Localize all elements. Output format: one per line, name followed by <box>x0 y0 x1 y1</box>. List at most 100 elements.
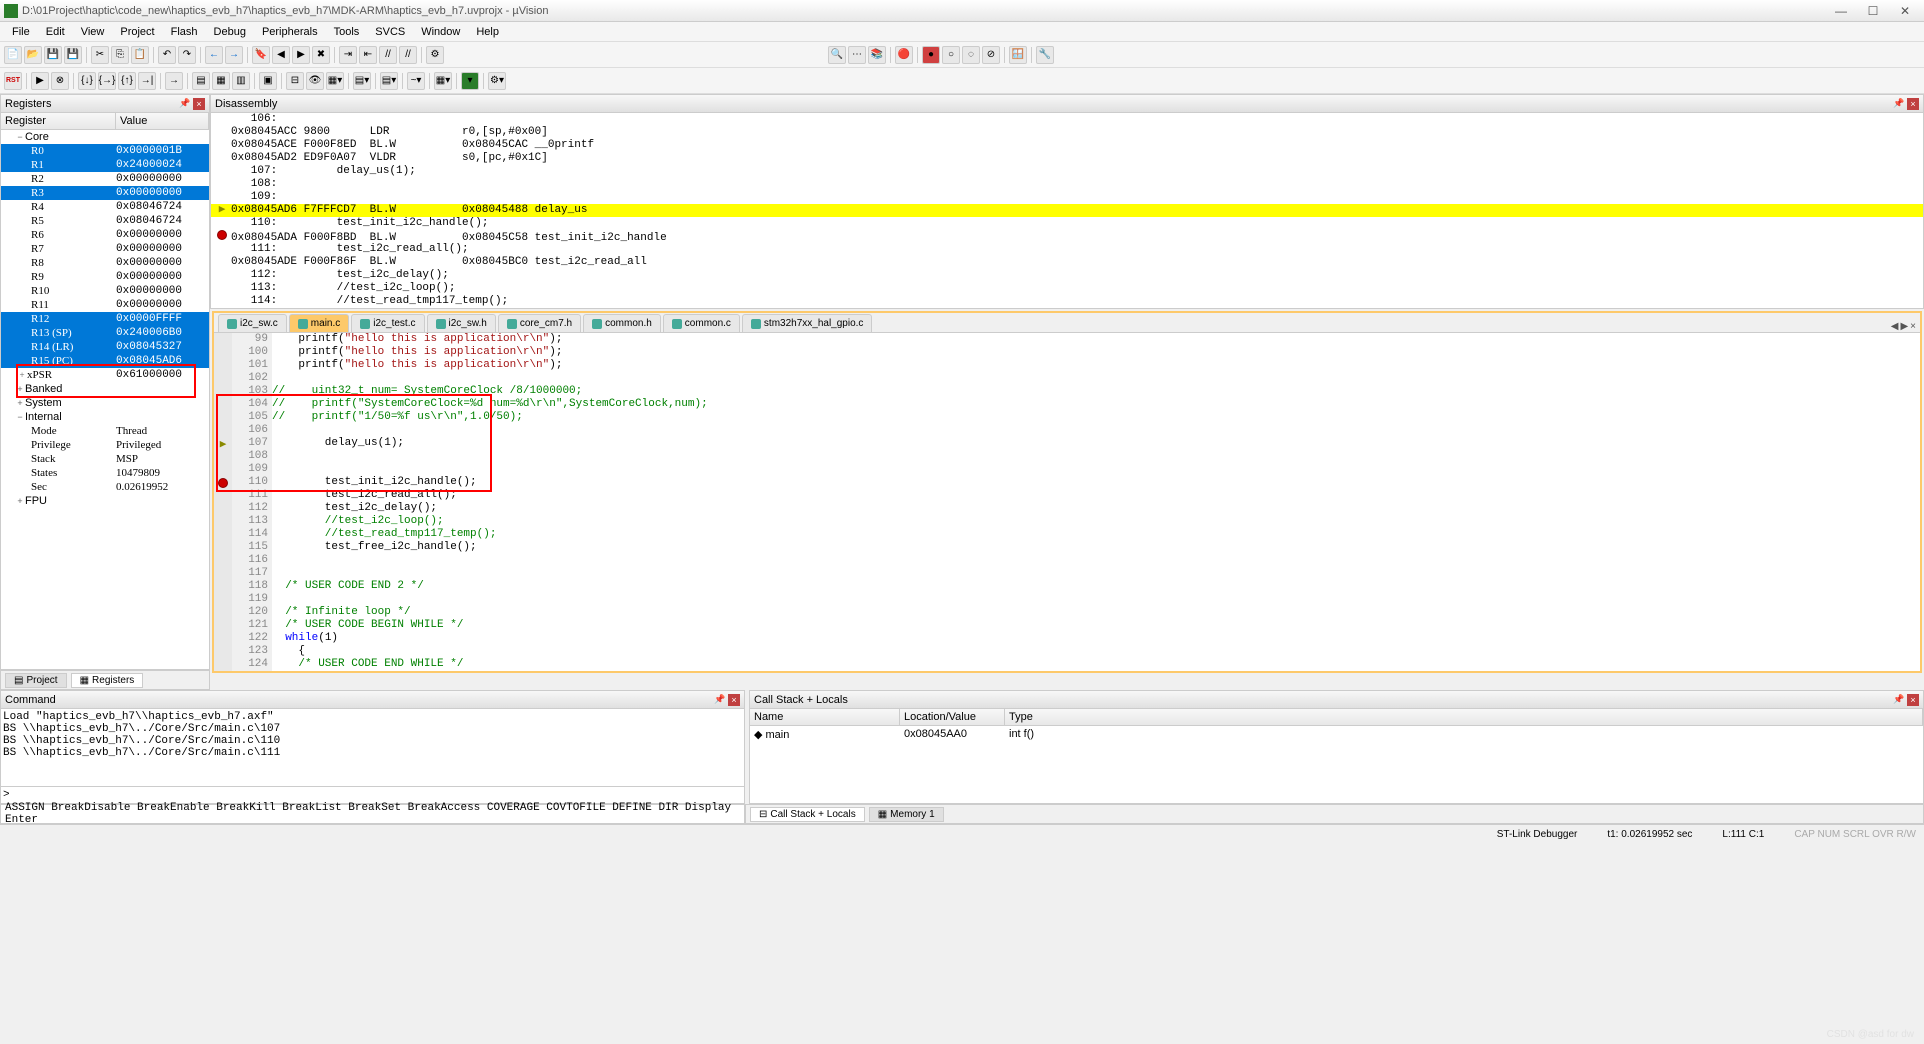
redo-button[interactable]: ↷ <box>178 46 196 64</box>
close-button[interactable]: ✕ <box>1890 2 1920 20</box>
panel-close-button[interactable]: × <box>1907 98 1919 110</box>
system-viewer-button[interactable]: ▦▾ <box>434 72 452 90</box>
register-row[interactable]: R100x00000000 <box>1 284 209 298</box>
register-row[interactable]: R40x08046724 <box>1 200 209 214</box>
window-button[interactable]: 🪟 <box>1009 46 1027 64</box>
internal-row[interactable]: Sec0.02619952 <box>1 480 209 494</box>
books-button[interactable]: 📚 <box>868 46 886 64</box>
find-button[interactable]: 🔍 <box>828 46 846 64</box>
watch-window-button[interactable]: 👁 <box>306 72 324 90</box>
register-row[interactable]: R14 (LR)0x08045327 <box>1 340 209 354</box>
file-tab[interactable]: i2c_sw.c <box>218 314 287 332</box>
manage-button[interactable]: ⋯ <box>848 46 866 64</box>
outdent-button[interactable]: ⇤ <box>359 46 377 64</box>
analysis-window-button[interactable]: ▤▾ <box>380 72 398 90</box>
save-button[interactable]: 💾 <box>44 46 62 64</box>
pin-icon[interactable]: 📌 <box>179 98 191 110</box>
file-tab[interactable]: main.c <box>289 314 349 332</box>
pin-icon[interactable]: 📌 <box>1893 694 1905 706</box>
pin-icon[interactable]: 📌 <box>714 694 726 706</box>
run-button[interactable]: ▶ <box>31 72 49 90</box>
uncomment-button[interactable]: // <box>399 46 417 64</box>
register-row[interactable]: R70x00000000 <box>1 242 209 256</box>
trace-window-button[interactable]: ~▾ <box>407 72 425 90</box>
register-row[interactable]: R13 (SP)0x240006B0 <box>1 326 209 340</box>
toolbox-button[interactable]: ▾ <box>461 72 479 90</box>
paste-button[interactable]: 📋 <box>131 46 149 64</box>
build-button[interactable]: ⚙ <box>426 46 444 64</box>
breakpoint-kill-button[interactable]: ⊘ <box>982 46 1000 64</box>
menu-debug[interactable]: Debug <box>206 24 254 40</box>
project-tab[interactable]: ▤Project <box>5 673 67 688</box>
menu-tools[interactable]: Tools <box>326 24 368 40</box>
cs-col-type[interactable]: Type <box>1005 709 1923 725</box>
register-row[interactable]: R120x0000FFFF <box>1 312 209 326</box>
register-row[interactable]: R90x00000000 <box>1 270 209 284</box>
menu-help[interactable]: Help <box>468 24 507 40</box>
menu-window[interactable]: Window <box>413 24 468 40</box>
menu-flash[interactable]: Flash <box>163 24 206 40</box>
panel-close-button[interactable]: × <box>728 694 740 706</box>
step-button[interactable]: {↓} <box>78 72 96 90</box>
internal-row[interactable]: States10479809 <box>1 466 209 480</box>
show-next-button[interactable]: → <box>165 72 183 90</box>
registers-tab[interactable]: ▦Registers <box>71 673 144 688</box>
breakpoint-insert-button[interactable]: ● <box>922 46 940 64</box>
bookmark-prev-button[interactable]: ◀ <box>272 46 290 64</box>
register-row[interactable]: R50x08046724 <box>1 214 209 228</box>
memory-tab[interactable]: ▦Memory 1 <box>869 807 944 822</box>
file-tab[interactable]: common.c <box>663 314 740 332</box>
nav-back-button[interactable]: ← <box>205 46 223 64</box>
command-input[interactable]: > <box>1 786 744 803</box>
cut-button[interactable]: ✂ <box>91 46 109 64</box>
register-row[interactable]: R110x00000000 <box>1 298 209 312</box>
file-tab[interactable]: common.h <box>583 314 661 332</box>
new-file-button[interactable]: 📄 <box>4 46 22 64</box>
register-row[interactable]: R60x00000000 <box>1 228 209 242</box>
internal-row[interactable]: ModeThread <box>1 424 209 438</box>
breakpoint-enable-button[interactable]: ○ <box>942 46 960 64</box>
comment-button[interactable]: // <box>379 46 397 64</box>
internal-row[interactable]: PrivilegePrivileged <box>1 438 209 452</box>
save-all-button[interactable]: 💾 <box>64 46 82 64</box>
registers-window-button[interactable]: ▣ <box>259 72 277 90</box>
nav-fwd-button[interactable]: → <box>225 46 243 64</box>
register-row[interactable]: R15 (PC)0x08045AD6 <box>1 354 209 368</box>
step-out-button[interactable]: {↑} <box>118 72 136 90</box>
panel-close-button[interactable]: × <box>1907 694 1919 706</box>
command-output[interactable]: Load "haptics_evb_h7\\haptics_evb_h7.axf… <box>1 709 744 786</box>
bookmark-next-button[interactable]: ▶ <box>292 46 310 64</box>
register-row[interactable]: R10x24000024 <box>1 158 209 172</box>
debug-settings-button[interactable]: ⚙▾ <box>488 72 506 90</box>
internal-row[interactable]: StackMSP <box>1 452 209 466</box>
menu-svcs[interactable]: SVCS <box>367 24 413 40</box>
bookmark-clear-button[interactable]: ✖ <box>312 46 330 64</box>
command-window-button[interactable]: ▤ <box>192 72 210 90</box>
undo-button[interactable]: ↶ <box>158 46 176 64</box>
callstack-tab[interactable]: ⊟Call Stack + Locals <box>750 807 865 822</box>
file-tab[interactable]: core_cm7.h <box>498 314 581 332</box>
register-col-header[interactable]: Register <box>1 113 116 129</box>
register-row[interactable]: R80x00000000 <box>1 256 209 270</box>
panel-close-button[interactable]: × <box>193 98 205 110</box>
run-to-cursor-button[interactable]: →| <box>138 72 156 90</box>
registers-tree[interactable]: −Core R00x0000001BR10x24000024R20x000000… <box>1 130 209 669</box>
menu-file[interactable]: File <box>4 24 38 40</box>
disasm-window-button[interactable]: ▦ <box>212 72 230 90</box>
register-row[interactable]: R00x0000001B <box>1 144 209 158</box>
value-col-header[interactable]: Value <box>116 113 209 129</box>
menu-view[interactable]: View <box>73 24 113 40</box>
file-tab[interactable]: stm32h7xx_hal_gpio.c <box>742 314 873 332</box>
minimize-button[interactable]: — <box>1826 2 1856 20</box>
file-tab[interactable]: i2c_test.c <box>351 314 424 332</box>
configure-button[interactable]: 🔧 <box>1036 46 1054 64</box>
indent-button[interactable]: ⇥ <box>339 46 357 64</box>
cs-col-loc[interactable]: Location/Value <box>900 709 1005 725</box>
editor-content[interactable]: ▶ 99100101102103104105106107108109110111… <box>214 333 1920 671</box>
serial-window-button[interactable]: ▤▾ <box>353 72 371 90</box>
register-row[interactable]: R30x00000000 <box>1 186 209 200</box>
menu-edit[interactable]: Edit <box>38 24 73 40</box>
file-tab[interactable]: i2c_sw.h <box>427 314 496 332</box>
maximize-button[interactable]: ☐ <box>1858 2 1888 20</box>
step-over-button[interactable]: {→} <box>98 72 116 90</box>
